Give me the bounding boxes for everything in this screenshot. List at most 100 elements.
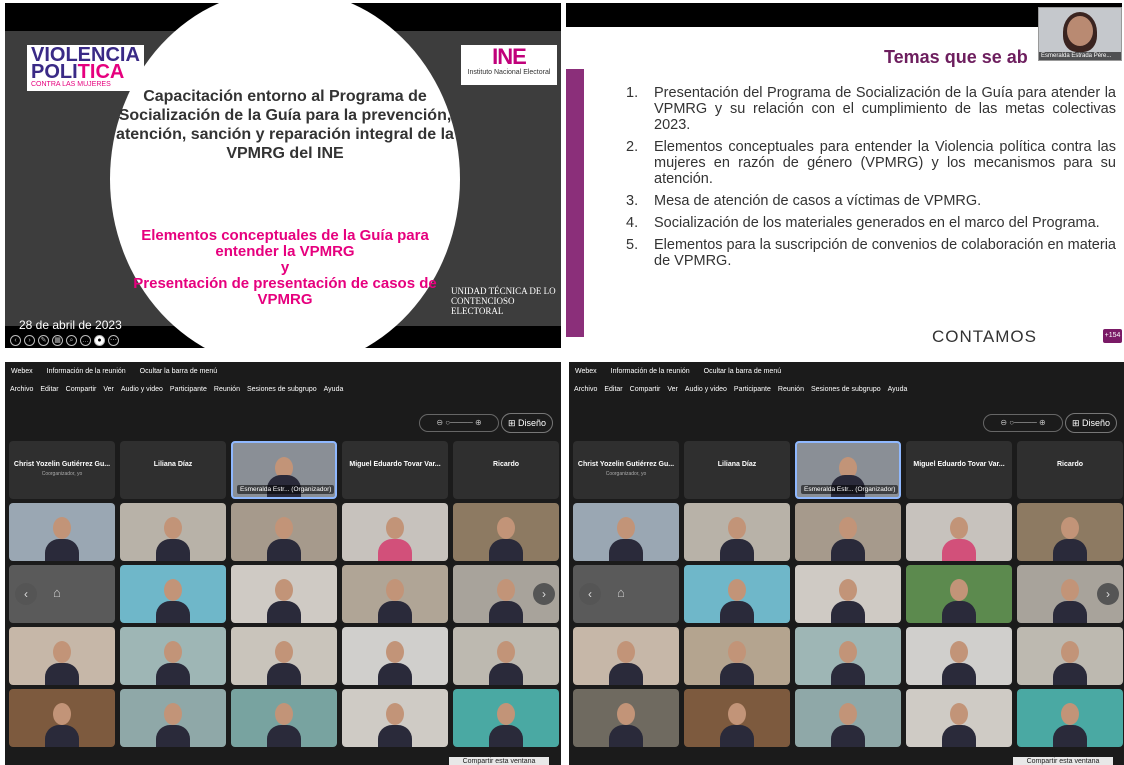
- meeting-info-button[interactable]: Información de la reunión: [611, 368, 690, 375]
- video-tile[interactable]: [795, 565, 901, 623]
- menu-item[interactable]: Archivo: [574, 386, 597, 400]
- menu-item[interactable]: Compartir: [66, 386, 97, 400]
- participant-tile-active[interactable]: Esmeralda Estr... (Organizador): [231, 441, 337, 499]
- prev-slide-icon[interactable]: ‹: [10, 335, 21, 346]
- next-page-icon: ›: [1097, 583, 1119, 605]
- menu-item[interactable]: Editar: [40, 386, 58, 400]
- share-window-label[interactable]: Compartir esta ventana: [1013, 757, 1113, 765]
- video-tile[interactable]: [9, 689, 115, 747]
- video-tile[interactable]: [120, 565, 226, 623]
- video-tile[interactable]: [453, 627, 559, 685]
- topic-item: 4. Socialización de los materiales genera…: [626, 215, 1100, 231]
- video-tile[interactable]: [573, 627, 679, 685]
- menu-item[interactable]: Archivo: [10, 386, 33, 400]
- webex-window-left: Webex Información de la reunión Ocultar …: [5, 362, 561, 765]
- menu-item[interactable]: Audio y video: [121, 386, 163, 400]
- slides-icon[interactable]: ▦: [52, 335, 63, 346]
- video-tile[interactable]: [9, 627, 115, 685]
- video-tile[interactable]: [906, 689, 1012, 747]
- video-tile[interactable]: [906, 627, 1012, 685]
- menu-item[interactable]: Participante: [734, 386, 771, 400]
- zoom-icon[interactable]: ⌕: [66, 335, 77, 346]
- video-tile[interactable]: [120, 503, 226, 561]
- presenter-camera-tile[interactable]: Esmeralda Estrada Pére...: [1038, 7, 1122, 61]
- more-icon[interactable]: ⋯: [108, 335, 119, 346]
- menu-item[interactable]: Participante: [170, 386, 207, 400]
- participant-tile[interactable]: Christ Yozelin Gutiérrez Gu... Coorganiza…: [573, 441, 679, 499]
- pen-icon[interactable]: ✎: [38, 335, 49, 346]
- video-tile[interactable]: [231, 689, 337, 747]
- video-tile-off[interactable]: ‹ ⌂: [9, 565, 115, 623]
- menu-item[interactable]: Ayuda: [888, 386, 908, 400]
- layout-button[interactable]: ⊞ Diseño: [501, 413, 553, 433]
- participant-tile[interactable]: Liliana Díaz: [120, 441, 226, 499]
- prev-page-icon: ‹: [15, 583, 37, 605]
- video-tile[interactable]: [573, 689, 679, 747]
- video-tile[interactable]: [231, 627, 337, 685]
- video-tile[interactable]: [684, 565, 790, 623]
- menu-item[interactable]: Audio y video: [685, 386, 727, 400]
- video-tile[interactable]: [1017, 503, 1123, 561]
- video-tile[interactable]: [453, 689, 559, 747]
- video-tile[interactable]: [1017, 689, 1123, 747]
- menu-bar: Archivo Editar Compartir Ver Audio y video…: [5, 386, 561, 400]
- video-tile[interactable]: [231, 565, 337, 623]
- video-tile[interactable]: [1017, 627, 1123, 685]
- video-tile[interactable]: [795, 627, 901, 685]
- slide-panel-right: Temas que se ab 1. Presentación del Progr…: [566, 3, 1122, 348]
- video-tile[interactable]: [453, 503, 559, 561]
- video-tile[interactable]: [573, 503, 679, 561]
- video-tile[interactable]: [795, 689, 901, 747]
- subtitles-icon[interactable]: …: [80, 335, 91, 346]
- video-tile[interactable]: [342, 503, 448, 561]
- video-tile[interactable]: [906, 503, 1012, 561]
- video-tile[interactable]: [342, 565, 448, 623]
- video-tile[interactable]: [342, 627, 448, 685]
- video-tile[interactable]: ›: [453, 565, 559, 623]
- participant-tile[interactable]: Ricardo: [453, 441, 559, 499]
- video-tile[interactable]: [9, 503, 115, 561]
- participant-tile[interactable]: Miguel Eduardo Tovar Var...: [342, 441, 448, 499]
- participant-grid: Christ Yozelin Gutiérrez Gu... Coorganiza…: [9, 441, 559, 747]
- menu-item[interactable]: Sesiones de subgrupo: [811, 386, 881, 400]
- video-tile[interactable]: ›: [1017, 565, 1123, 623]
- zoom-slider[interactable]: ⊖ ○──── ⊕: [419, 414, 499, 432]
- menu-item[interactable]: Compartir: [630, 386, 661, 400]
- participant-tile[interactable]: Christ Yozelin Gutiérrez Gu... Coorganiza…: [9, 441, 115, 499]
- webex-app-label[interactable]: Webex: [575, 368, 597, 375]
- video-tile[interactable]: [231, 503, 337, 561]
- menu-item[interactable]: Editar: [604, 386, 622, 400]
- hide-menu-button[interactable]: Ocultar la barra de menú: [704, 368, 781, 375]
- menu-item[interactable]: Ver: [667, 386, 678, 400]
- video-tile[interactable]: [120, 689, 226, 747]
- participant-count-badge[interactable]: +154: [1103, 329, 1122, 343]
- video-tile[interactable]: [120, 627, 226, 685]
- participant-tile-active[interactable]: Esmeralda Estr... (Organizador): [795, 441, 901, 499]
- menu-item[interactable]: Reunión: [778, 386, 804, 400]
- hide-menu-button[interactable]: Ocultar la barra de menú: [140, 368, 217, 375]
- video-tile[interactable]: [342, 689, 448, 747]
- participant-tile[interactable]: Liliana Díaz: [684, 441, 790, 499]
- topic-item: 2. Elementos conceptuales para entender l…: [626, 139, 1116, 187]
- menu-item[interactable]: Reunión: [214, 386, 240, 400]
- share-window-label[interactable]: Compartir esta ventana: [449, 757, 549, 765]
- video-tile[interactable]: [795, 503, 901, 561]
- video-tile[interactable]: [906, 565, 1012, 623]
- video-tile[interactable]: [684, 627, 790, 685]
- camera-icon[interactable]: ●: [94, 335, 105, 346]
- layout-button[interactable]: ⊞ Diseño: [1065, 413, 1117, 433]
- menu-item[interactable]: Sesiones de subgrupo: [247, 386, 317, 400]
- video-tile-off[interactable]: ‹ ⌂: [573, 565, 679, 623]
- next-slide-icon[interactable]: ›: [24, 335, 35, 346]
- menu-item[interactable]: Ver: [103, 386, 114, 400]
- webex-app-label[interactable]: Webex: [11, 368, 33, 375]
- participant-tile[interactable]: Miguel Eduardo Tovar Var...: [906, 441, 1012, 499]
- contamos-logo: CONTAMOS: [932, 327, 1037, 346]
- zoom-slider[interactable]: ⊖ ○──── ⊕: [983, 414, 1063, 432]
- participant-tile[interactable]: Ricardo: [1017, 441, 1123, 499]
- video-tile[interactable]: [684, 689, 790, 747]
- video-tile[interactable]: [684, 503, 790, 561]
- meeting-info-button[interactable]: Información de la reunión: [47, 368, 126, 375]
- menu-item[interactable]: Ayuda: [324, 386, 344, 400]
- ine-logo: INE Instituto Nacional Electoral: [461, 45, 557, 85]
